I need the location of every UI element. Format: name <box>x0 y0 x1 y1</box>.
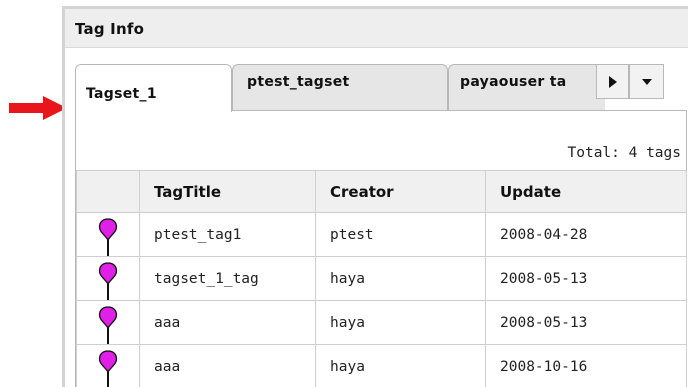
panel-title: Tag Info <box>75 20 145 38</box>
cell-creator: haya <box>315 256 486 301</box>
table-header-row: TagTitle Creator Update <box>76 170 687 213</box>
screenshot-canvas: Tag Info Tagset_1 ptest_tagset payaouser… <box>0 0 689 387</box>
marker-cell: 2 <box>76 256 140 301</box>
tab-list-menu-button[interactable] <box>629 64 664 99</box>
table-row[interactable]: 3 aaa haya 2008-05-13 <box>76 300 687 345</box>
tagset-content: Total: 4 tags TagTitle Creator Update pt… <box>75 110 687 387</box>
column-header-creator[interactable]: Creator <box>315 170 486 213</box>
annotation-arrow-icon <box>9 96 67 120</box>
column-header-marker[interactable] <box>76 170 140 213</box>
cell-creator: haya <box>315 344 486 387</box>
tag-table: TagTitle Creator Update 1 <box>76 170 687 387</box>
cell-tagtitle: aaa <box>139 344 316 387</box>
tab-payaouser[interactable]: payaouser ta <box>448 64 605 111</box>
column-header-update[interactable]: Update <box>485 170 687 213</box>
tab-label: payaouser ta <box>460 74 567 90</box>
total-tags-label: Total: 4 tags <box>567 145 682 161</box>
marker-cell: 4 <box>76 344 140 387</box>
table-row[interactable]: 2 tagset_1_tag haya 2008-05-13 <box>76 256 687 301</box>
cell-update: 2008-05-13 <box>485 256 687 301</box>
column-header-tagtitle[interactable]: TagTitle <box>139 170 316 213</box>
tab-ptest-tagset[interactable]: ptest_tagset <box>232 64 448 111</box>
table-row[interactable]: 4 aaa haya 2008-10-16 <box>76 344 687 387</box>
triangle-down-icon <box>641 78 652 85</box>
map-pin-icon <box>98 218 118 256</box>
cell-creator: haya <box>315 300 486 345</box>
panel-header: Tag Info <box>65 9 688 48</box>
tab-tagset-1[interactable]: Tagset_1 <box>75 64 232 112</box>
cell-tagtitle: ptest_tag1 <box>139 212 316 257</box>
tab-label: ptest_tagset <box>247 74 350 90</box>
cell-update: 2008-05-13 <box>485 300 687 345</box>
cell-tagtitle: tagset_1_tag <box>139 256 316 301</box>
tag-info-panel: Tag Info Tagset_1 ptest_tagset payaouser… <box>62 6 688 387</box>
map-pin-icon <box>98 306 118 344</box>
tab-bar: Tagset_1 ptest_tagset payaouser ta <box>75 64 687 112</box>
cell-creator: ptest <box>315 212 486 257</box>
table-row[interactable]: 1 ptest_tag1 ptest 2008-04-28 <box>76 212 687 257</box>
tab-label: Tagset_1 <box>86 86 157 102</box>
cell-tagtitle: aaa <box>139 300 316 345</box>
map-pin-icon <box>98 350 118 387</box>
triangle-right-icon <box>608 75 617 88</box>
cell-update: 2008-04-28 <box>485 212 687 257</box>
marker-cell: 1 <box>76 212 140 257</box>
marker-cell: 3 <box>76 300 140 345</box>
cell-update: 2008-10-16 <box>485 344 687 387</box>
tab-scroll-right-button[interactable] <box>596 64 629 99</box>
map-pin-icon <box>98 262 118 300</box>
